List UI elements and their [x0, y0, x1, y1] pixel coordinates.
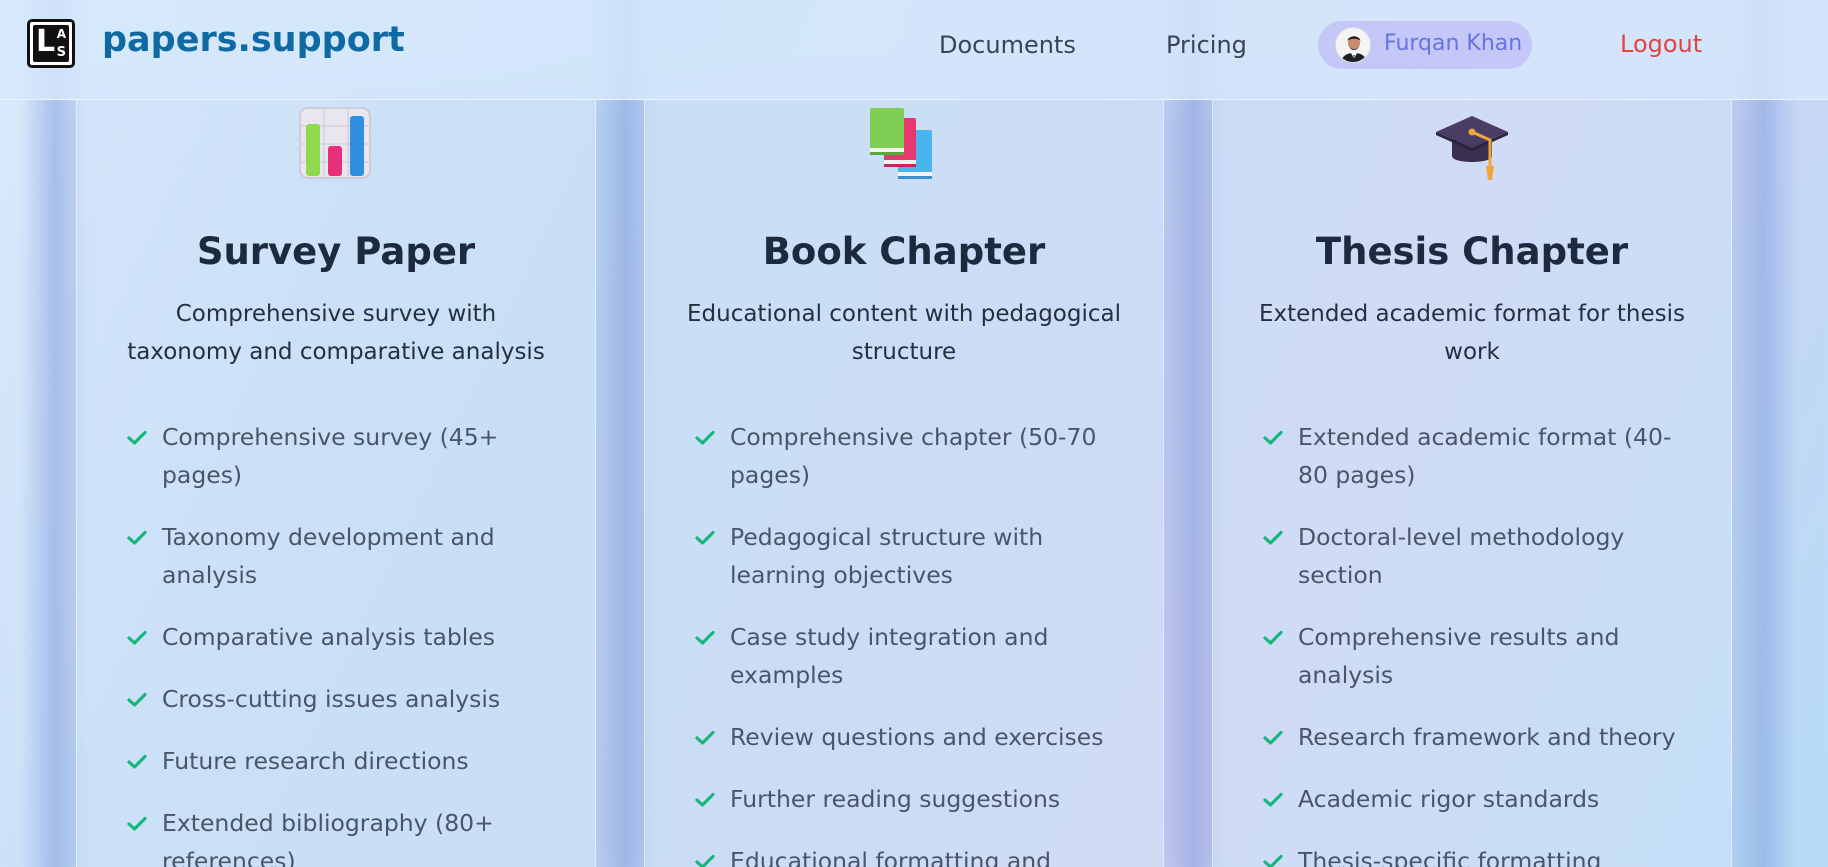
check-icon	[127, 630, 147, 645]
feature-text: Future research directions	[162, 747, 469, 775]
feature-text: Taxonomy development and analysis	[162, 523, 495, 589]
bar-chart-icon	[298, 106, 374, 182]
feature-item: Academic rigor standards	[1263, 780, 1691, 818]
user-name: Furqan Khan	[1384, 31, 1523, 56]
feature-text: Doctoral-level methodology section	[1298, 523, 1625, 589]
check-icon	[127, 530, 147, 545]
feature-item: Comprehensive results and analysis	[1263, 618, 1691, 694]
feature-text: Comprehensive results and analysis	[1298, 623, 1620, 689]
feature-item: Comparative analysis tables	[127, 618, 555, 656]
background-stripe	[1728, 0, 1798, 867]
check-icon	[695, 792, 715, 807]
check-icon	[127, 754, 147, 769]
check-icon	[1263, 630, 1283, 645]
top-navbar: LAS papers.support Documents Pricing Fur…	[0, 0, 1828, 100]
card-description: Extended academic format for thesis work	[1259, 301, 1685, 365]
feature-item: Cross-cutting issues analysis	[127, 680, 555, 718]
card-description: Comprehensive survey with taxonomy and c…	[127, 301, 545, 365]
check-icon	[127, 430, 147, 445]
feature-item: Pedagogical structure with learning obje…	[695, 518, 1123, 594]
feature-text: Case study integration and examples	[730, 623, 1049, 689]
feature-text: Extended bibliography (80+ references)	[162, 809, 494, 867]
nav-documents-link[interactable]: Documents	[939, 31, 1076, 59]
check-icon	[1263, 430, 1283, 445]
card-title: Book Chapter	[762, 230, 1046, 273]
card-survey-paper[interactable]: Survey Paper Comprehensive survey with t…	[76, 100, 596, 867]
feature-text: Comparative analysis tables	[162, 623, 496, 651]
feature-list: Comprehensive chapter (50-70 pages) Peda…	[695, 418, 1123, 867]
card-title: Survey Paper	[196, 230, 476, 273]
feature-item: Taxonomy development and analysis	[127, 518, 555, 594]
check-icon	[1263, 530, 1283, 545]
site-logo[interactable]: LAS	[27, 19, 75, 68]
feature-text: Cross-cutting issues analysis	[162, 685, 501, 713]
books-icon	[866, 106, 942, 182]
feature-item: Thesis-specific formatting	[1263, 842, 1691, 867]
feature-text: Comprehensive survey (45+ pages)	[162, 423, 499, 489]
check-icon	[695, 630, 715, 645]
feature-item: Case study integration and examples	[695, 618, 1123, 694]
feature-item: Future research directions	[127, 742, 555, 780]
check-icon	[1263, 854, 1283, 867]
feature-item: Extended academic format (40-80 pages)	[1263, 418, 1691, 494]
brand-name[interactable]: papers.support	[102, 20, 405, 60]
user-menu-button[interactable]: Furqan Khan	[1318, 21, 1532, 69]
feature-item: Educational formatting and	[695, 842, 1123, 867]
check-icon	[127, 816, 147, 831]
feature-text: Comprehensive chapter (50-70 pages)	[730, 423, 1097, 489]
check-icon	[695, 730, 715, 745]
check-icon	[1263, 792, 1283, 807]
nav-pricing-link[interactable]: Pricing	[1166, 31, 1247, 59]
feature-text: Review questions and exercises	[730, 723, 1104, 751]
feature-text: Educational formatting and	[730, 847, 1052, 867]
feature-item: Extended bibliography (80+ references)	[127, 804, 555, 867]
feature-item: Doctoral-level methodology section	[1263, 518, 1691, 594]
feature-item: Comprehensive survey (45+ pages)	[127, 418, 555, 494]
feature-list: Comprehensive survey (45+ pages) Taxonom…	[127, 418, 555, 867]
card-title: Thesis Chapter	[1315, 230, 1629, 273]
avatar	[1335, 27, 1371, 63]
check-icon	[695, 854, 715, 867]
card-book-chapter[interactable]: Book Chapter Educational content with pe…	[644, 100, 1164, 867]
card-thesis-chapter[interactable]: Thesis Chapter Extended academic format …	[1212, 100, 1732, 867]
feature-item: Comprehensive chapter (50-70 pages)	[695, 418, 1123, 494]
card-description: Educational content with pedagogical str…	[686, 301, 1121, 365]
feature-text: Thesis-specific formatting	[1298, 847, 1602, 867]
graduation-cap-icon	[1434, 106, 1510, 182]
feature-item: Further reading suggestions	[695, 780, 1123, 818]
check-icon	[695, 530, 715, 545]
check-icon	[695, 430, 715, 445]
feature-text: Academic rigor standards	[1298, 785, 1600, 813]
feature-text: Research framework and theory	[1298, 723, 1676, 751]
check-icon	[1263, 730, 1283, 745]
feature-text: Pedagogical structure with learning obje…	[730, 523, 1044, 589]
feature-item: Research framework and theory	[1263, 718, 1691, 756]
feature-item: Review questions and exercises	[695, 718, 1123, 756]
logout-link[interactable]: Logout	[1620, 30, 1702, 58]
check-icon	[127, 692, 147, 707]
feature-text: Extended academic format (40-80 pages)	[1298, 423, 1672, 489]
feature-list: Extended academic format (40-80 pages) D…	[1263, 418, 1691, 867]
feature-text: Further reading suggestions	[730, 785, 1061, 813]
